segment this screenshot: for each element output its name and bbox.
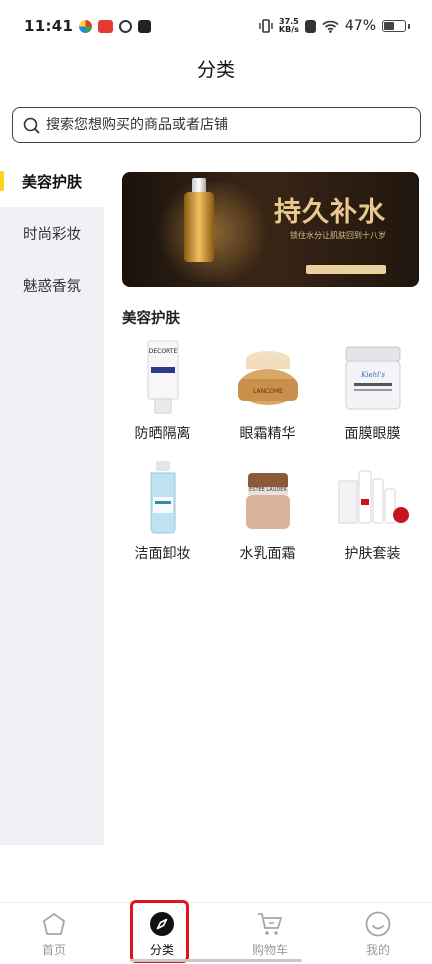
active-tab-highlight [130,900,189,963]
mask-jar-icon: Kiehl's [333,339,413,415]
subcategory-grid: DECORTE 防晒隔离 LANCOME 眼霜精华 Kiehl's 面膜眼膜 洁… [110,339,432,562]
tab-label: 购物车 [251,943,288,957]
home-icon [43,913,65,935]
subcategory-label: 水乳面霜 [239,546,296,562]
subcategory-lotion-cream[interactable]: ESTEE LAUDER 水乳面霜 [215,459,320,562]
subcategory-sunscreen[interactable]: DECORTE 防晒隔离 [110,339,215,442]
promo-banner[interactable]: 持久补水 锁住水分让肌肤回到十八岁 [122,172,419,287]
tab-cart[interactable]: 购物车 [216,903,324,964]
svg-text:LANCOME: LANCOME [253,388,283,395]
svg-text:DECORTE: DECORTE [148,348,177,355]
battery-icon [382,20,406,32]
bottom-tab-bar: 首页 分类 购物车 我的 [0,902,432,964]
eye-cream-jar-icon: LANCOME [228,339,308,415]
subcategory-label: 防晒隔离 [134,426,191,442]
subcategory-label: 眼霜精华 [239,426,296,442]
tab-profile[interactable]: 我的 [324,903,432,964]
tab-label: 首页 [41,943,66,957]
search-bar[interactable] [12,107,421,143]
subcategory-eye-cream[interactable]: LANCOME 眼霜精华 [215,339,320,442]
page-title: 分类 [196,59,235,81]
subcategory-label: 洁面卸妆 [134,546,191,562]
category-sidebar: 美容护肤 时尚彩妆 魅惑香氛 [0,155,104,845]
status-bar: 11:41 37.5 KB/s 47% [0,0,432,52]
home-indicator [130,959,302,962]
banner-title: 持久补水 [274,197,386,228]
sidebar-item-label: 魅惑香氛 [23,278,81,295]
smile-icon [365,911,391,937]
news-notification-icon [98,19,114,33]
banner-cta-bar [306,265,386,274]
cleanser-bottle-icon [123,459,203,535]
sidebar-item-label: 时尚彩妆 [23,226,81,243]
svg-text:ESTEE LAUDER: ESTEE LAUDER [249,487,287,493]
skincare-set-icon [333,459,413,535]
app-notification-icon [79,19,93,33]
sidebar-item-makeup[interactable]: 时尚彩妆 [0,207,104,259]
subcategory-label: 护肤套装 [344,546,401,562]
subcategory-skincare-set[interactable]: 护肤套装 [320,459,425,562]
face-cream-jar-icon: ESTEE LAUDER [228,459,308,535]
svg-text:Kiehl's: Kiehl's [360,371,385,379]
download-notification-icon [138,19,152,33]
sync-notification-icon [119,19,133,33]
sunscreen-tube-icon: DECORTE [123,339,203,415]
banner-subtitle: 锁住水分让肌肤回到十八岁 [290,231,386,240]
active-indicator [0,171,4,191]
tab-home[interactable]: 首页 [0,903,108,964]
sidebar-item-skincare[interactable]: 美容护肤 [0,155,104,207]
search-icon [23,117,40,133]
serum-bottle-shape [184,192,214,262]
sidebar-item-fragrance[interactable]: 魅惑香氛 [0,259,104,311]
wifi-icon [322,20,339,33]
section-title: 美容护肤 [122,311,180,327]
net-speed: 37.5 KB/s [278,17,299,34]
tab-label: 我的 [365,943,390,957]
no-sim-icon [304,19,316,33]
battery-percent: 47% [344,18,376,34]
cart-icon [258,913,282,935]
subcategory-face-mask[interactable]: Kiehl's 面膜眼膜 [320,339,425,442]
sidebar-item-label: 美容护肤 [21,172,82,191]
search-input[interactable] [46,117,406,133]
subcategory-label: 面膜眼膜 [344,426,401,442]
subcategory-cleanser[interactable]: 洁面卸妆 [110,459,215,562]
vibrate-icon [259,19,273,33]
status-time: 11:41 [24,17,74,35]
